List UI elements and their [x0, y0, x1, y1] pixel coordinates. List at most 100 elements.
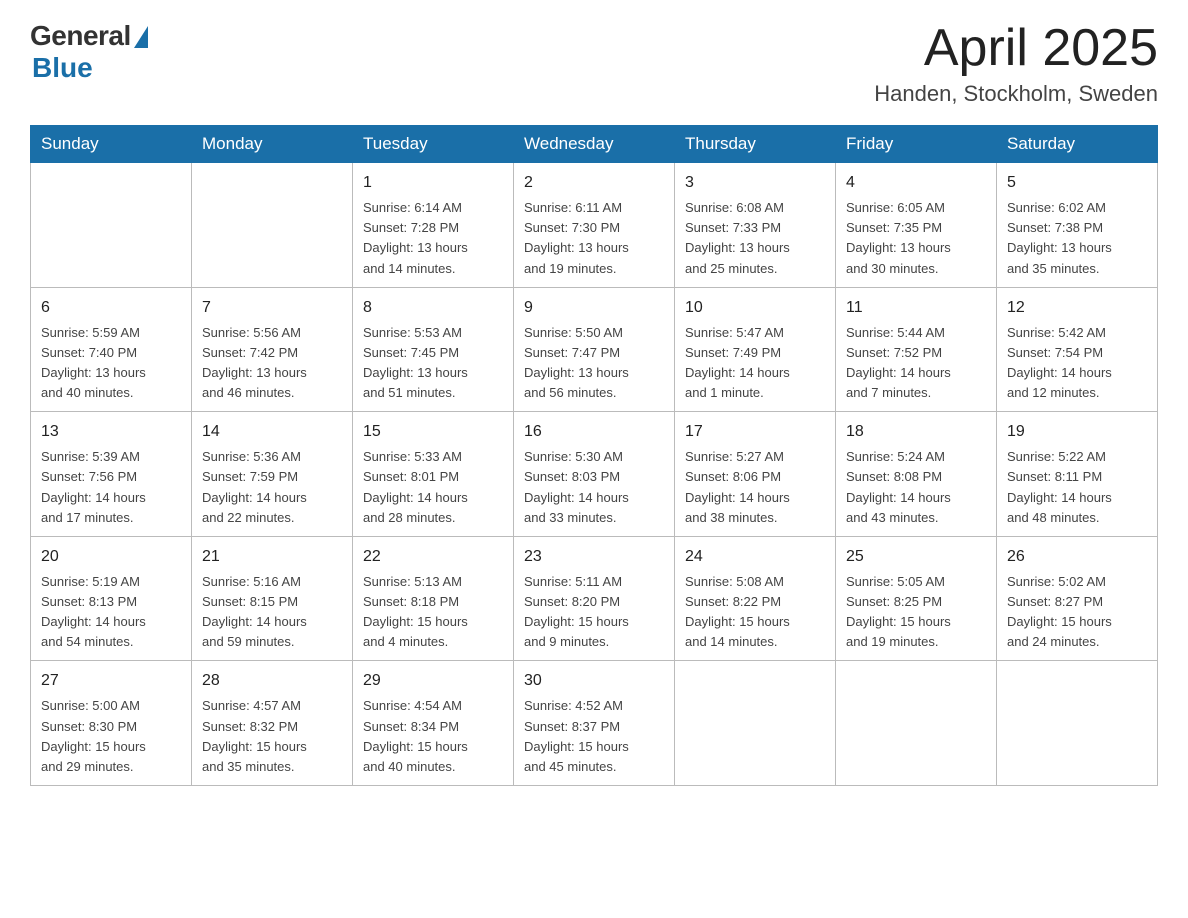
- calendar-cell: 4 Sunrise: 6:05 AM Sunset: 7:35 PM Daylig…: [836, 163, 997, 288]
- calendar-cell: 15 Sunrise: 5:33 AM Sunset: 8:01 PM Dayli…: [353, 412, 514, 537]
- calendar-week-row: 6 Sunrise: 5:59 AM Sunset: 7:40 PM Daylig…: [31, 287, 1158, 412]
- calendar-cell: 7 Sunrise: 5:56 AM Sunset: 7:42 PM Daylig…: [192, 287, 353, 412]
- calendar-cell: 20Sunrise: 5:19 AM Sunset: 8:13 PM Dayli…: [31, 536, 192, 661]
- day-number: 11: [846, 296, 986, 320]
- logo-blue-text: Blue: [32, 52, 93, 84]
- calendar-cell: [31, 163, 192, 288]
- weekday-header-saturday: Saturday: [997, 126, 1158, 163]
- day-info: Sunrise: 6:14 AM Sunset: 7:28 PM Dayligh…: [363, 198, 503, 279]
- day-number: 17: [685, 420, 825, 444]
- page-header: General Blue April 2025 Handen, Stockhol…: [30, 20, 1158, 107]
- day-info: Sunrise: 5:47 AM Sunset: 7:49 PM Dayligh…: [685, 323, 825, 404]
- weekday-header-thursday: Thursday: [675, 126, 836, 163]
- day-number: 5: [1007, 171, 1147, 195]
- weekday-header-friday: Friday: [836, 126, 997, 163]
- calendar-table: SundayMondayTuesdayWednesdayThursdayFrid…: [30, 125, 1158, 786]
- calendar-cell: 5 Sunrise: 6:02 AM Sunset: 7:38 PM Daylig…: [997, 163, 1158, 288]
- calendar-cell: 23Sunrise: 5:11 AM Sunset: 8:20 PM Dayli…: [514, 536, 675, 661]
- calendar-cell: 25 Sunrise: 5:05 AM Sunset: 8:25 PM Dayli…: [836, 536, 997, 661]
- day-info: Sunrise: 5:02 AM Sunset: 8:27 PM Dayligh…: [1007, 572, 1147, 653]
- day-info: Sunrise: 5:50 AM Sunset: 7:47 PM Dayligh…: [524, 323, 664, 404]
- calendar-cell: 22Sunrise: 5:13 AM Sunset: 8:18 PM Dayli…: [353, 536, 514, 661]
- day-info: Sunrise: 5:59 AM Sunset: 7:40 PM Dayligh…: [41, 323, 181, 404]
- day-number: 8: [363, 296, 503, 320]
- day-info: Sunrise: 5:30 AM Sunset: 8:03 PM Dayligh…: [524, 447, 664, 528]
- day-number: 1: [363, 171, 503, 195]
- day-info: Sunrise: 4:52 AM Sunset: 8:37 PM Dayligh…: [524, 696, 664, 777]
- day-number: 9: [524, 296, 664, 320]
- calendar-cell: 27 Sunrise: 5:00 AM Sunset: 8:30 PM Dayli…: [31, 661, 192, 786]
- logo-general-text: General: [30, 20, 131, 52]
- day-info: Sunrise: 5:56 AM Sunset: 7:42 PM Dayligh…: [202, 323, 342, 404]
- day-info: Sunrise: 5:36 AM Sunset: 7:59 PM Dayligh…: [202, 447, 342, 528]
- month-title: April 2025: [874, 20, 1158, 77]
- day-number: 3: [685, 171, 825, 195]
- weekday-header-monday: Monday: [192, 126, 353, 163]
- day-number: 23: [524, 545, 664, 569]
- calendar-cell: 1 Sunrise: 6:14 AM Sunset: 7:28 PM Daylig…: [353, 163, 514, 288]
- day-info: Sunrise: 5:24 AM Sunset: 8:08 PM Dayligh…: [846, 447, 986, 528]
- day-info: Sunrise: 5:44 AM Sunset: 7:52 PM Dayligh…: [846, 323, 986, 404]
- calendar-cell: 8 Sunrise: 5:53 AM Sunset: 7:45 PM Daylig…: [353, 287, 514, 412]
- day-number: 12: [1007, 296, 1147, 320]
- weekday-header-tuesday: Tuesday: [353, 126, 514, 163]
- day-info: Sunrise: 5:42 AM Sunset: 7:54 PM Dayligh…: [1007, 323, 1147, 404]
- calendar-cell: 24Sunrise: 5:08 AM Sunset: 8:22 PM Dayli…: [675, 536, 836, 661]
- day-number: 16: [524, 420, 664, 444]
- day-number: 13: [41, 420, 181, 444]
- calendar-cell: [192, 163, 353, 288]
- day-info: Sunrise: 5:00 AM Sunset: 8:30 PM Dayligh…: [41, 696, 181, 777]
- day-number: 21: [202, 545, 342, 569]
- day-number: 19: [1007, 420, 1147, 444]
- calendar-cell: 21Sunrise: 5:16 AM Sunset: 8:15 PM Dayli…: [192, 536, 353, 661]
- calendar-cell: 13 Sunrise: 5:39 AM Sunset: 7:56 PM Dayli…: [31, 412, 192, 537]
- calendar-week-row: 1 Sunrise: 6:14 AM Sunset: 7:28 PM Daylig…: [31, 163, 1158, 288]
- day-info: Sunrise: 6:05 AM Sunset: 7:35 PM Dayligh…: [846, 198, 986, 279]
- day-info: Sunrise: 5:13 AM Sunset: 8:18 PM Dayligh…: [363, 572, 503, 653]
- location-title: Handen, Stockholm, Sweden: [874, 81, 1158, 107]
- calendar-cell: 30Sunrise: 4:52 AM Sunset: 8:37 PM Dayli…: [514, 661, 675, 786]
- day-number: 2: [524, 171, 664, 195]
- day-number: 14: [202, 420, 342, 444]
- day-info: Sunrise: 5:05 AM Sunset: 8:25 PM Dayligh…: [846, 572, 986, 653]
- calendar-header-row: SundayMondayTuesdayWednesdayThursdayFrid…: [31, 126, 1158, 163]
- day-number: 4: [846, 171, 986, 195]
- day-info: Sunrise: 4:54 AM Sunset: 8:34 PM Dayligh…: [363, 696, 503, 777]
- day-number: 18: [846, 420, 986, 444]
- day-info: Sunrise: 6:08 AM Sunset: 7:33 PM Dayligh…: [685, 198, 825, 279]
- calendar-cell: 6 Sunrise: 5:59 AM Sunset: 7:40 PM Daylig…: [31, 287, 192, 412]
- calendar-cell: 2 Sunrise: 6:11 AM Sunset: 7:30 PM Daylig…: [514, 163, 675, 288]
- day-number: 24: [685, 545, 825, 569]
- day-info: Sunrise: 5:53 AM Sunset: 7:45 PM Dayligh…: [363, 323, 503, 404]
- calendar-cell: 12 Sunrise: 5:42 AM Sunset: 7:54 PM Dayli…: [997, 287, 1158, 412]
- calendar-cell: 17 Sunrise: 5:27 AM Sunset: 8:06 PM Dayli…: [675, 412, 836, 537]
- day-info: Sunrise: 6:02 AM Sunset: 7:38 PM Dayligh…: [1007, 198, 1147, 279]
- day-info: Sunrise: 5:19 AM Sunset: 8:13 PM Dayligh…: [41, 572, 181, 653]
- logo: General Blue: [30, 20, 148, 84]
- day-number: 27: [41, 669, 181, 693]
- day-number: 25: [846, 545, 986, 569]
- day-info: Sunrise: 5:27 AM Sunset: 8:06 PM Dayligh…: [685, 447, 825, 528]
- logo-triangle-icon: [134, 26, 148, 48]
- weekday-header-sunday: Sunday: [31, 126, 192, 163]
- calendar-cell: 14 Sunrise: 5:36 AM Sunset: 7:59 PM Dayli…: [192, 412, 353, 537]
- calendar-cell: 29 Sunrise: 4:54 AM Sunset: 8:34 PM Dayli…: [353, 661, 514, 786]
- day-info: Sunrise: 4:57 AM Sunset: 8:32 PM Dayligh…: [202, 696, 342, 777]
- day-number: 6: [41, 296, 181, 320]
- day-number: 7: [202, 296, 342, 320]
- calendar-week-row: 13 Sunrise: 5:39 AM Sunset: 7:56 PM Dayli…: [31, 412, 1158, 537]
- day-number: 28: [202, 669, 342, 693]
- day-number: 26: [1007, 545, 1147, 569]
- calendar-cell: 11 Sunrise: 5:44 AM Sunset: 7:52 PM Dayli…: [836, 287, 997, 412]
- calendar-week-row: 27 Sunrise: 5:00 AM Sunset: 8:30 PM Dayli…: [31, 661, 1158, 786]
- title-section: April 2025 Handen, Stockholm, Sweden: [874, 20, 1158, 107]
- day-info: Sunrise: 5:33 AM Sunset: 8:01 PM Dayligh…: [363, 447, 503, 528]
- calendar-cell: 18 Sunrise: 5:24 AM Sunset: 8:08 PM Dayli…: [836, 412, 997, 537]
- day-number: 15: [363, 420, 503, 444]
- day-info: Sunrise: 5:39 AM Sunset: 7:56 PM Dayligh…: [41, 447, 181, 528]
- calendar-cell: 3 Sunrise: 6:08 AM Sunset: 7:33 PM Daylig…: [675, 163, 836, 288]
- day-number: 29: [363, 669, 503, 693]
- calendar-cell: 16 Sunrise: 5:30 AM Sunset: 8:03 PM Dayli…: [514, 412, 675, 537]
- day-info: Sunrise: 6:11 AM Sunset: 7:30 PM Dayligh…: [524, 198, 664, 279]
- calendar-cell: 10Sunrise: 5:47 AM Sunset: 7:49 PM Dayli…: [675, 287, 836, 412]
